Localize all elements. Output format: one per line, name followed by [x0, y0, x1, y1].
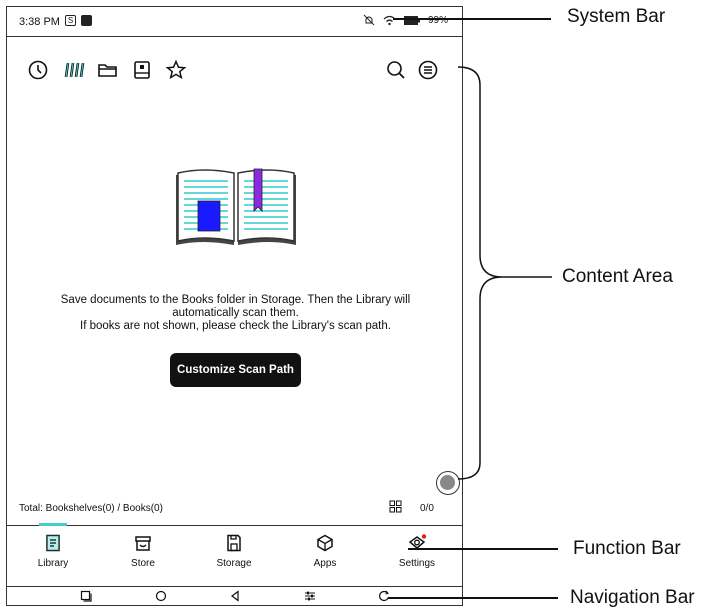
search-icon[interactable]: [385, 59, 407, 81]
navigation-bar-callout-line: [388, 597, 558, 599]
empty-library-message: Save documents to the Books folder in St…: [27, 294, 444, 333]
status-right-group: 99%: [363, 14, 448, 26]
system-bar: 3:38 PM S 99%: [7, 7, 462, 37]
apps-icon: [317, 534, 333, 552]
clock-icon[interactable]: [27, 59, 49, 81]
content-area-callout: Content Area: [562, 266, 673, 287]
library-toolbar: [7, 59, 462, 83]
page-count: 0/0: [420, 503, 434, 514]
menu-icon[interactable]: [417, 59, 439, 81]
tab-storage[interactable]: Storage: [204, 534, 264, 569]
function-bar-callout-line: [408, 548, 558, 550]
tab-library[interactable]: Library: [23, 534, 83, 569]
tab-label: Store: [131, 558, 155, 569]
battery-icon: [403, 15, 420, 25]
recent-apps-icon[interactable]: [80, 590, 92, 602]
tab-store[interactable]: Store: [113, 534, 173, 569]
refresh-icon[interactable]: [378, 590, 390, 602]
content-area: Save documents to the Books folder in St…: [7, 97, 462, 525]
tab-label: Library: [37, 558, 69, 569]
star-icon[interactable]: [165, 59, 187, 81]
library-total: Total: Bookshelves(0) / Books(0): [19, 503, 163, 514]
device-screen: 3:38 PM S 99% Save documents to the Book…: [6, 6, 463, 606]
message-line: automatically scan them.: [172, 307, 299, 319]
storage-icon[interactable]: [131, 59, 153, 81]
home-icon[interactable]: [155, 590, 167, 602]
tab-label: Settings: [398, 558, 436, 569]
notification-off-icon: [363, 14, 375, 26]
library-icon: [46, 534, 60, 552]
empty-library-book-icon: [176, 168, 296, 245]
function-bar-callout: Function Bar: [573, 538, 681, 559]
navigation-bar-callout: Navigation Bar: [570, 587, 695, 608]
system-bar-callout: System Bar: [567, 6, 666, 27]
tab-settings[interactable]: Settings: [387, 534, 447, 569]
back-icon[interactable]: [229, 590, 241, 602]
message-line: If books are not shown, please check the…: [80, 320, 391, 332]
tab-apps[interactable]: Apps: [295, 534, 355, 569]
sync-status-icon: S: [65, 15, 76, 26]
bookshelf-icon[interactable]: [63, 59, 85, 81]
tab-label: Storage: [216, 558, 252, 569]
system-bar-callout-line: [393, 18, 551, 20]
wifi-icon: [383, 15, 396, 25]
adjust-icon[interactable]: [304, 590, 316, 602]
battery-percent: 99%: [427, 14, 448, 26]
grid-view-icon[interactable]: [389, 500, 402, 513]
status-time: 3:38 PM: [19, 16, 60, 28]
navigation-bar: [7, 586, 462, 606]
customize-scan-path-button[interactable]: Customize Scan Path: [170, 353, 301, 387]
message-status-icon: [81, 15, 92, 26]
function-bar: Library Store Storage Apps Settings: [7, 523, 462, 581]
content-area-bracket: [457, 66, 552, 480]
store-icon: [135, 536, 151, 551]
message-line: Save documents to the Books folder in St…: [60, 294, 411, 306]
folder-icon[interactable]: [97, 59, 119, 81]
tab-label: Apps: [313, 558, 337, 569]
storage-icon: [227, 534, 241, 552]
notification-dot: [421, 534, 427, 539]
active-tab-indicator: [39, 523, 67, 526]
